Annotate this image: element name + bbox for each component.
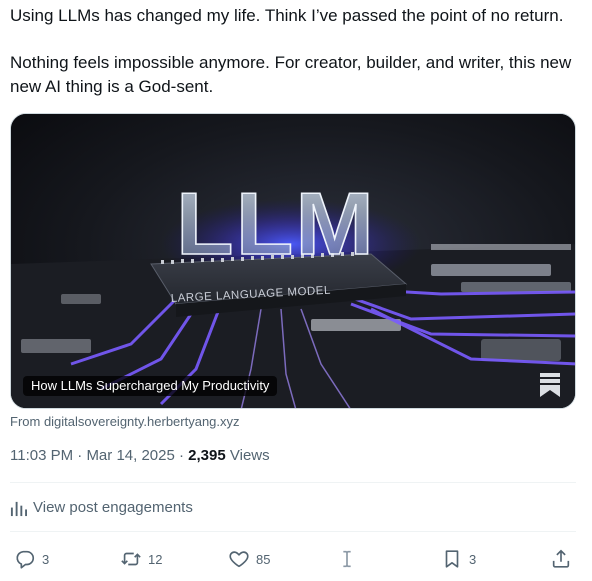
divider: [10, 482, 576, 483]
heart-icon: [229, 551, 249, 568]
divider: [10, 531, 576, 532]
repost-button[interactable]: 12: [120, 547, 162, 571]
post-action-bar: 3 12 85 3: [0, 547, 592, 571]
share-button[interactable]: [550, 547, 572, 571]
meta-separator: ·: [179, 447, 184, 464]
post-meta: 11:03 PM · Mar 14, 2025 · 2,395 Views: [10, 446, 270, 466]
text-cursor-icon: [343, 550, 351, 568]
repost-count: 12: [148, 551, 163, 567]
meta-separator: ·: [77, 447, 83, 464]
card-source-domain[interactable]: From digitalsovereignty.herbertyang.xyz: [10, 413, 240, 431]
post-paragraph-1: Using LLMs has changed my life. Think I’…: [10, 6, 564, 25]
post-paragraph-2: Nothing feels impossible anymore. For cr…: [10, 53, 572, 96]
views-count: 2,395: [188, 447, 226, 464]
llm-big-letters: LLM: [176, 174, 376, 273]
link-preview-card[interactable]: LARGE LANGUAGE MODEL LLM How LLMs Superc…: [10, 113, 576, 409]
like-button[interactable]: 85: [228, 547, 270, 571]
reply-button[interactable]: 3: [14, 547, 49, 571]
view-engagements-label: View post engagements: [33, 499, 193, 516]
views-label: Views: [229, 447, 270, 464]
bookmark-count: 3: [469, 551, 477, 567]
like-count: 85: [256, 551, 271, 567]
llm-chip-image: LARGE LANGUAGE MODEL LLM: [11, 114, 575, 408]
view-engagements-button[interactable]: View post engagements: [10, 498, 193, 518]
post-text: Using LLMs has changed my life. Think I’…: [10, 4, 582, 99]
reply-count: 3: [42, 551, 50, 567]
share-upload-icon: [552, 549, 570, 568]
repost-arrows-icon: [121, 552, 141, 566]
post-date[interactable]: Mar 14, 2025: [86, 447, 174, 464]
bookmark-button[interactable]: 3: [441, 547, 476, 571]
reply-bubble-icon: [16, 550, 35, 569]
bookmark-ribbon-icon: [540, 373, 560, 397]
card-caption[interactable]: How LLMs Supercharged My Productivity: [23, 376, 278, 396]
bookmark-icon: [445, 550, 459, 568]
analytics-bars-icon: [10, 501, 27, 516]
post-time[interactable]: 11:03 PM: [10, 447, 73, 464]
grok-button[interactable]: [336, 547, 358, 571]
